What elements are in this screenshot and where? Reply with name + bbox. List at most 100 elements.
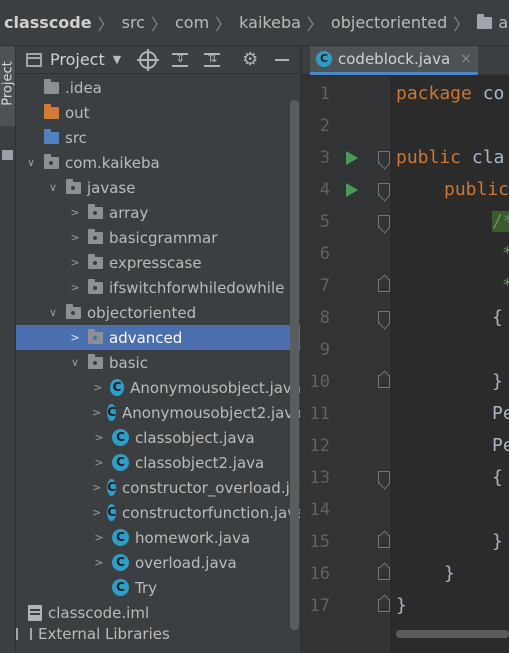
tree-item-label: constructorfunction.java — [122, 503, 301, 522]
project-view-selector[interactable]: Project ▼ — [26, 50, 121, 69]
tree-item-src[interactable]: src — [16, 125, 301, 150]
chevron-right-icon[interactable]: > — [92, 556, 106, 569]
chevron-down-icon[interactable]: ∨ — [24, 156, 38, 169]
tree-item-file[interactable]: > C constructor_overload.java — [16, 475, 301, 500]
code-line[interactable]: 12 Pe — [302, 430, 509, 462]
locate-file-icon[interactable] — [137, 48, 160, 71]
code-line[interactable]: 8 { — [302, 302, 509, 334]
breadcrumb-separator: 〉 — [215, 14, 232, 34]
chevron-right-icon[interactable]: > — [92, 456, 106, 469]
line-number: 16 — [309, 564, 330, 584]
fold-icon[interactable] — [378, 151, 390, 164]
tree-item-label: array — [109, 203, 149, 222]
run-icon[interactable] — [346, 151, 358, 165]
package-icon — [88, 203, 103, 219]
fold-icon[interactable] — [378, 471, 390, 484]
chevron-down-icon[interactable]: ∨ — [46, 306, 60, 319]
code-line[interactable]: 14 — [302, 494, 509, 526]
tree-item-file[interactable]: > C constructorfunction.java — [16, 500, 301, 525]
tree-item-file[interactable]: > C overload.java — [16, 550, 301, 575]
chevron-right-icon[interactable]: > — [92, 481, 101, 494]
tree-item-file[interactable]: > C Anonymousobject.java — [16, 375, 301, 400]
chevron-down-icon[interactable]: ∨ — [68, 356, 82, 369]
tree-item-basicgrammar[interactable]: > basicgrammar — [16, 225, 301, 250]
fold-icon[interactable] — [378, 311, 390, 324]
breadcrumb-item-advanced[interactable]: advanced — [477, 13, 509, 32]
tree-item-basic[interactable]: ∨ basic — [16, 350, 301, 375]
code-line[interactable]: 4 public — [302, 174, 509, 206]
chevron-right-icon[interactable]: > — [92, 506, 101, 519]
tree-item-label: basic — [109, 353, 148, 372]
chevron-right-icon[interactable]: > — [68, 256, 82, 269]
breadcrumb-item-com[interactable]: com — [175, 13, 209, 32]
breadcrumb-label: com — [174, 13, 210, 32]
code-line[interactable]: 11 Pe — [302, 398, 509, 430]
close-icon[interactable]: × — [460, 51, 472, 67]
tree-item-array[interactable]: > array — [16, 200, 301, 225]
chevron-right-icon[interactable]: > — [68, 231, 82, 244]
tree-item-file[interactable]: > C Anonymousobject2.java — [16, 400, 301, 425]
chevron-right-icon[interactable]: > — [68, 281, 82, 294]
expand-all-icon[interactable] — [171, 51, 189, 69]
tree-item-iml[interactable]: classcode.iml — [16, 600, 301, 625]
tree-item-com-kaikeba[interactable]: ∨ com.kaikeba — [16, 150, 301, 175]
breadcrumb-item-kaikeba[interactable]: kaikeba — [239, 13, 301, 32]
breadcrumb-item-src[interactable]: src — [122, 13, 145, 32]
fold-icon[interactable] — [378, 599, 390, 612]
tree-item-advanced[interactable]: > advanced — [16, 325, 301, 350]
tree-item-file[interactable]: > C classobject.java — [16, 425, 301, 450]
fold-icon[interactable] — [378, 535, 390, 548]
tree-item-external-libraries[interactable]: External Libraries — [16, 625, 301, 643]
fold-icon[interactable] — [378, 279, 390, 292]
tree-item-label: src — [65, 128, 87, 147]
collapse-all-icon[interactable] — [203, 51, 221, 69]
chevron-down-icon[interactable]: ∨ — [46, 181, 60, 194]
code-line[interactable]: 13 { — [302, 462, 509, 494]
code-line[interactable]: 17 } — [302, 590, 509, 622]
fold-icon[interactable] — [378, 183, 390, 196]
chevron-right-icon[interactable]: > — [68, 331, 82, 344]
code-line[interactable]: 6 * — [302, 238, 509, 270]
module-file-icon — [28, 604, 42, 621]
tree-item-file[interactable]: > C homework.java — [16, 525, 301, 550]
hide-panel-icon[interactable] — [273, 51, 291, 69]
code-line[interactable]: 15 } — [302, 526, 509, 558]
project-tool-tab[interactable]: Project — [0, 46, 16, 126]
code-line[interactable]: 2 — [302, 110, 509, 142]
gear-icon[interactable]: ⚙ — [241, 50, 259, 69]
tree-item-file[interactable]: > C classobject2.java — [16, 450, 301, 475]
tree-item-label: ifswitchforwhiledowhile — [109, 278, 285, 297]
code-line[interactable]: 5 /* — [302, 206, 509, 238]
chevron-right-icon[interactable]: > — [68, 206, 82, 219]
line-number: 3 — [319, 148, 330, 168]
run-icon[interactable] — [346, 183, 358, 197]
tree-item-out[interactable]: out — [16, 100, 301, 125]
editor-horizontal-scrollbar[interactable] — [396, 630, 509, 638]
tree-scrollbar[interactable] — [290, 100, 299, 630]
code-line[interactable]: 10 } — [302, 366, 509, 398]
code-line[interactable]: 1 package co — [302, 78, 509, 110]
code-line[interactable]: 3 public cla — [302, 142, 509, 174]
breadcrumb-item-objectoriented[interactable]: objectoriented — [331, 13, 447, 32]
tree-item-ifswitchforwhiledowhile[interactable]: > ifswitchforwhiledowhile — [16, 275, 301, 300]
fold-icon[interactable] — [378, 567, 390, 580]
editor-tab-codeblock[interactable]: C codeblock.java × — [310, 46, 478, 75]
tree-item-file[interactable]: C Try — [16, 575, 301, 600]
chevron-right-icon[interactable]: > — [92, 531, 106, 544]
folder-icon[interactable] — [2, 150, 13, 160]
code-line[interactable]: 16 } — [302, 558, 509, 590]
code-line[interactable]: 7 * — [302, 270, 509, 302]
chevron-right-icon[interactable]: > — [92, 381, 104, 394]
code-text: } — [444, 563, 455, 584]
chevron-right-icon[interactable]: > — [92, 406, 101, 419]
tree-item-expresscase[interactable]: > expresscase — [16, 250, 301, 275]
fold-icon[interactable] — [378, 215, 390, 228]
tree-item-javase[interactable]: ∨ javase — [16, 175, 301, 200]
tree-item-objectoriented[interactable]: ∨ objectoriented — [16, 300, 301, 325]
tree-item-idea[interactable]: .idea — [16, 75, 301, 100]
chevron-right-icon[interactable]: > — [92, 431, 106, 444]
excluded-folder-icon — [44, 103, 59, 119]
fold-icon[interactable] — [378, 375, 390, 388]
breadcrumb-item-classcode[interactable]: classcode — [4, 13, 92, 32]
code-line[interactable]: 9 — [302, 334, 509, 366]
